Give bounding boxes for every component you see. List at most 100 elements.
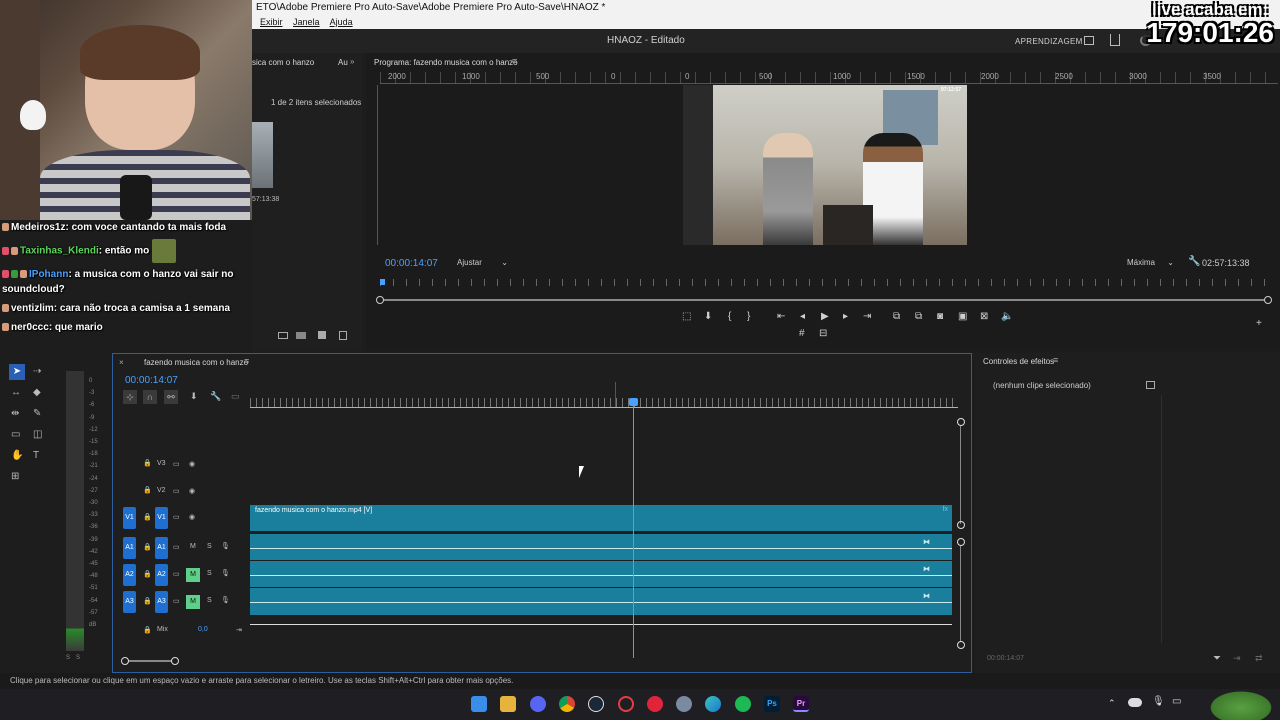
start-icon[interactable] [471,696,487,712]
slip-tool-icon[interactable]: ⇹ [11,408,19,419]
program-timecode[interactable]: 00:00:14:07 [385,257,438,269]
close-sequence-icon[interactable]: × [119,358,124,367]
vscroll-top[interactable] [957,418,965,426]
vr-icon[interactable]: ⊠ [980,311,988,322]
spotify-icon[interactable] [735,696,751,712]
audio-clips[interactable]: ⧓ ⧓ ⧓ [250,534,952,615]
menu-ajuda[interactable]: Ajuda [330,17,353,27]
multicam-icon[interactable]: ⊟ [819,328,827,339]
workspace-icon[interactable] [1084,36,1094,45]
captions-icon[interactable]: ▭ [231,391,240,402]
share-icon[interactable] [1110,34,1120,46]
panel-menu-icon[interactable]: ≡ [512,56,517,66]
clip-thumbnail[interactable] [252,122,273,188]
mic-tray-icon[interactable]: 🎙 [1152,696,1165,707]
solo-right-button[interactable]: S [76,655,80,661]
time-ruler[interactable] [380,279,1268,287]
folder-icon[interactable] [500,696,516,712]
loop-icon[interactable]: ⇄ [1255,653,1263,664]
trash-icon[interactable] [339,331,347,340]
network-icon[interactable]: ▭ [1172,696,1181,707]
add-marker-icon[interactable]: ⬇ [704,311,712,322]
rectangle-tool-icon[interactable]: ▭ [11,429,20,440]
source-patch-a3[interactable]: A3 [123,591,136,613]
export-frame-icon[interactable]: ◙ [937,311,943,322]
selection-tool-icon[interactable]: ➤ [9,364,25,380]
mark-in-icon[interactable]: { [728,311,731,322]
snap-icon[interactable]: ∩ [143,390,157,404]
comparison-icon[interactable]: ▣ [958,311,967,322]
toggle-timeline-icon[interactable] [1146,381,1155,389]
track-target-a1[interactable]: A1 [155,537,168,559]
effects-title[interactable]: Controles de efeitos [983,357,1054,366]
insert-icon[interactable]: ⧉ [893,311,900,322]
tray-chevron-icon[interactable]: ⌃ [1108,698,1116,709]
lift-icon[interactable]: ⬚ [682,311,691,322]
quality-select[interactable]: Máxima ⌄ [1122,256,1178,270]
pen-tool-icon[interactable]: ✎ [33,408,41,419]
settings-icon[interactable] [676,696,692,712]
photoshop-icon[interactable]: Ps [764,696,780,712]
play-audio-icon[interactable]: ⇥ [1233,653,1241,664]
linked-selection-icon[interactable]: ⚯ [164,390,178,404]
timeline-ruler[interactable] [250,398,958,408]
project-tab[interactable]: sica com o hanzo [252,58,314,67]
video-clip[interactable]: fazendo musica com o hanzo.mp4 [V] fx [250,505,952,531]
vscroll-audio-top[interactable] [957,538,965,546]
track-target-a2[interactable]: A2 [155,564,168,586]
panel-menu-icon[interactable]: ≡ [1053,355,1058,365]
app-icon[interactable] [618,696,634,712]
settings-wrench-icon[interactable]: 🔧 [1188,256,1200,267]
source-patch-v1[interactable]: V1 [123,507,136,529]
go-to-out-icon[interactable]: ⇥ [863,311,871,322]
discord-icon[interactable] [530,696,546,712]
mark-out-icon[interactable]: } [747,311,750,322]
fit-select[interactable]: Ajustar ⌄ [452,256,512,270]
source-patch-a1[interactable]: A1 [123,537,136,559]
edge-icon[interactable] [705,696,721,712]
add-marker-icon[interactable]: ⬇ [190,391,198,402]
source-patch-a2[interactable]: A2 [123,564,136,586]
track-select-icon[interactable]: ⇢ [33,366,41,377]
play-icon[interactable]: ▶ [821,311,829,322]
onedrive-icon[interactable] [1128,698,1142,707]
audio-tab[interactable]: Au [338,58,348,67]
new-bin-icon[interactable] [296,332,306,339]
type-tool-icon[interactable]: T [33,450,39,461]
zoom-scrollbar[interactable] [376,296,1272,304]
vscroll-audio-bottom[interactable] [957,641,965,649]
new-item-icon[interactable] [318,331,326,339]
hand-tool-icon[interactable]: ✋ [11,450,23,461]
safe-margins-icon[interactable]: # [799,328,805,339]
timeline-settings-icon[interactable]: 🔧 [210,391,221,402]
timeline-timecode[interactable]: 00:00:14:07 [125,374,178,386]
vscroll-audio-track[interactable] [960,546,961,642]
sequence-tab[interactable]: fazendo musica com o hanzo [144,358,248,367]
solo-left-button[interactable]: S [66,655,70,661]
panel-menu-icon[interactable]: ≡ [244,356,249,366]
filter-icon[interactable]: ⏷ [1213,653,1221,664]
chrome-icon[interactable] [559,696,575,712]
steam-icon[interactable] [588,696,604,712]
playhead-handle[interactable] [629,398,638,406]
learn-tab[interactable]: APRENDIZAGEM [1015,37,1083,46]
menu-exibir[interactable]: Exibir [260,17,283,27]
volume-icon[interactable]: 🔈 [1001,311,1013,322]
track-target-a3[interactable]: A3 [155,591,168,613]
step-forward-icon[interactable]: ▸ [843,311,848,322]
go-to-in-icon[interactable]: ⇤ [777,311,785,322]
overwrite-icon[interactable]: ⧉ [915,311,922,322]
caption-tool-icon[interactable]: ⊞ [11,471,19,482]
menu-janela[interactable]: Janela [293,17,320,27]
ellipse-tool-icon[interactable]: ◫ [33,429,42,440]
step-back-icon[interactable]: ◂ [800,311,805,322]
razor-icon[interactable]: ◆ [33,387,41,398]
panel-overflow-icon[interactable]: » [350,57,354,66]
nest-toggle-icon[interactable]: ⊹ [123,390,137,404]
vscroll-track[interactable] [960,426,961,524]
premiere-icon[interactable]: Pr [793,696,809,712]
ripple-edit-icon[interactable]: ↔ [11,387,21,398]
vscroll-bottom[interactable] [957,521,965,529]
opera-icon[interactable] [647,696,663,712]
video-preview[interactable]: 97:12:57 [683,85,967,245]
